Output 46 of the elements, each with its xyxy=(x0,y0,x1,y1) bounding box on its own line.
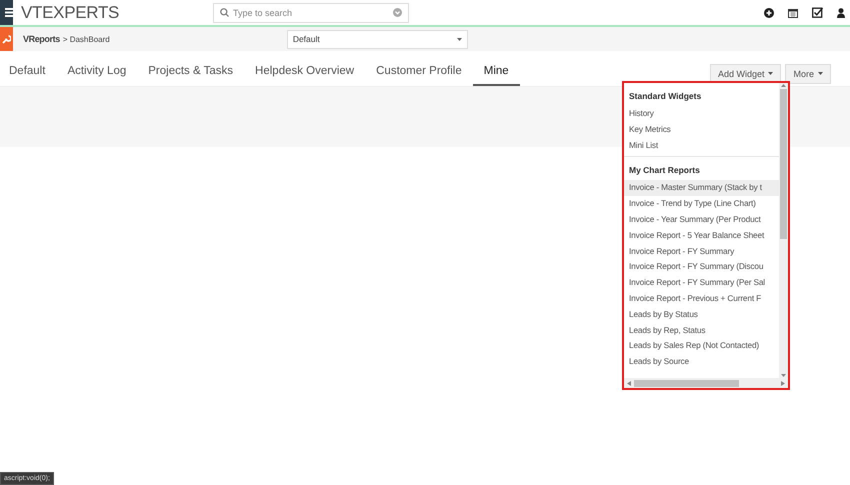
user-icon[interactable] xyxy=(837,8,845,18)
widget-option[interactable]: Invoice Report - FY Summary (Per Sal xyxy=(624,275,779,291)
widget-option[interactable]: Invoice Report - FY Summary xyxy=(624,244,779,260)
dashboard-select[interactable]: Default xyxy=(286,30,468,48)
widget-option[interactable]: Invoice - Master Summary (Stack by t xyxy=(624,180,779,196)
widget-option[interactable]: Mini List xyxy=(624,138,779,154)
widget-option[interactable]: Leads by By Status xyxy=(624,306,779,323)
widget-option[interactable]: Invoice - Year Summary (Per Product xyxy=(624,212,779,228)
widget-option[interactable]: Invoice - Trend by Type (Line Chart) xyxy=(624,196,779,212)
more-button[interactable]: More xyxy=(785,64,831,84)
menu-button[interactable] xyxy=(0,0,13,25)
checkbox-icon[interactable] xyxy=(812,7,823,18)
menu-icon xyxy=(5,8,13,17)
scroll-up-arrow-icon[interactable] xyxy=(781,83,786,89)
module-link[interactable]: VReports xyxy=(23,34,60,44)
dashboard-tab[interactable]: Activity Log xyxy=(56,65,138,86)
calendar-icon[interactable] xyxy=(788,8,798,18)
breadcrumb: > DashBoard xyxy=(62,34,111,44)
search-icon xyxy=(220,8,229,17)
caret-icon xyxy=(456,38,462,40)
horizontal-scrollbar[interactable] xyxy=(624,378,788,388)
search-field[interactable]: Type to search xyxy=(213,2,409,22)
widget-option[interactable]: History xyxy=(624,106,779,122)
logo[interactable]: VTEXPERTS xyxy=(21,2,213,22)
dashboard-tab[interactable]: Default xyxy=(0,65,56,86)
add-widget-button[interactable]: Add Widget xyxy=(710,64,782,84)
widget-option[interactable]: Leads by Rep, Status xyxy=(624,322,779,338)
widget-option[interactable]: Key Metrics xyxy=(624,122,779,138)
section-heading: My Chart Reports xyxy=(628,164,701,178)
widget-option[interactable]: Invoice Report - Previous + Current F xyxy=(624,290,779,307)
chevron-down-icon[interactable] xyxy=(393,8,402,17)
vertical-scrollbar[interactable] xyxy=(779,83,788,378)
widget-option[interactable]: Leads by Sales Rep (Not Contacted) xyxy=(624,338,779,354)
widget-option[interactable]: Leads by Source xyxy=(624,354,779,370)
caret-icon xyxy=(818,72,823,75)
scroll-right-arrow-icon[interactable] xyxy=(781,380,785,386)
widget-option[interactable]: Invoice Report - 5 Year Balance Sheet xyxy=(624,228,779,244)
section-heading: Standard Widgets xyxy=(628,90,702,103)
dashboard-tab[interactable]: Helpdesk Overview xyxy=(244,65,366,86)
caret-icon xyxy=(768,72,774,75)
scroll-left-arrow-icon[interactable] xyxy=(627,380,631,386)
dashboard-tab[interactable]: Customer Profile xyxy=(365,65,473,86)
scroll-down-arrow-icon[interactable] xyxy=(781,372,786,378)
dashboard-tab[interactable]: Projects & Tasks xyxy=(137,65,244,86)
plus-circle-icon[interactable] xyxy=(764,8,774,18)
widget-option[interactable]: Invoice Report - FY Summary (Discou xyxy=(624,259,779,276)
